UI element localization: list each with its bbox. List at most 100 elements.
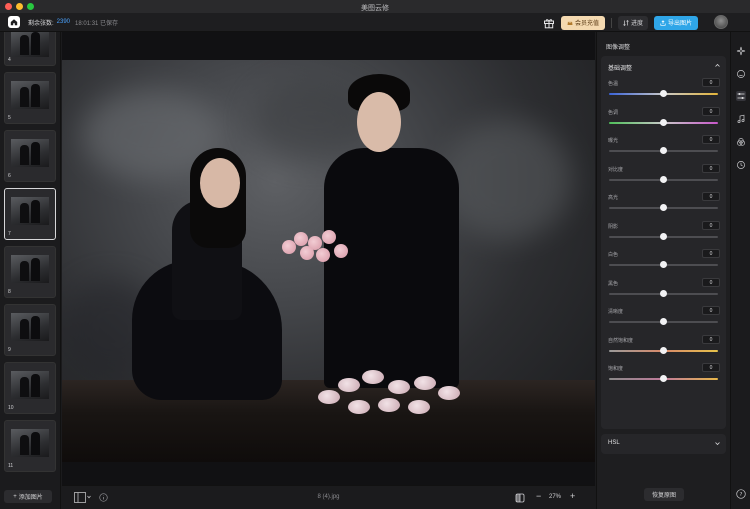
help-icon[interactable]: ? xyxy=(736,489,746,499)
slider-row: 白色 0 xyxy=(607,249,720,275)
thumbnail-item[interactable]: 7 xyxy=(4,188,56,240)
thumbnail-sidebar: 4 5 6 7 8 9 10 11 + 添加图片 xyxy=(0,32,61,509)
thumbnail-item[interactable]: 11 xyxy=(4,420,56,472)
bride-face xyxy=(200,158,240,208)
toolbar-divider xyxy=(610,17,612,28)
wedding-photo[interactable] xyxy=(62,60,595,462)
slider-knob[interactable] xyxy=(660,118,667,126)
thumbnail-list[interactable]: 4 5 6 7 8 9 10 11 xyxy=(2,32,58,485)
thumbnail-image xyxy=(11,429,49,457)
add-image-button[interactable]: + 添加图片 xyxy=(4,490,52,503)
slider-label: 白色 xyxy=(608,252,619,258)
basic-adjust-header[interactable]: 基础调整 xyxy=(608,63,632,72)
export-image-button[interactable]: 导出图片 xyxy=(653,15,698,30)
slider-value-input[interactable]: 0 xyxy=(702,220,720,230)
sliders-icon[interactable] xyxy=(736,91,746,101)
thumbnail-number: 10 xyxy=(8,405,14,411)
gift-icon[interactable] xyxy=(543,17,555,29)
add-image-label: 添加图片 xyxy=(18,495,43,501)
thumbnail-image xyxy=(11,197,49,225)
chevron-down-icon xyxy=(715,442,720,446)
slider-knob[interactable] xyxy=(660,346,667,354)
hsl-header: HSL xyxy=(608,440,620,446)
slider-label: 对比度 xyxy=(608,166,624,173)
home-button[interactable] xyxy=(8,16,20,28)
slider-knob[interactable] xyxy=(660,232,667,240)
help-glyph: ? xyxy=(740,492,743,498)
slider-row: 黑色 0 xyxy=(607,277,720,304)
slider-knob[interactable] xyxy=(660,318,667,325)
user-avatar[interactable] xyxy=(714,15,728,29)
export-icon xyxy=(660,19,666,26)
slider-label: 色温 xyxy=(608,81,619,87)
thumbnail-image xyxy=(11,313,49,341)
thumbnail-image xyxy=(11,371,49,399)
thumbnail-item[interactable]: 10 xyxy=(4,362,56,414)
slider-value-input[interactable]: 0 xyxy=(702,135,720,144)
thumbnail-number: 8 xyxy=(8,289,11,295)
music-note-icon[interactable] xyxy=(736,114,746,124)
slider-knob[interactable] xyxy=(660,289,667,297)
slider-value-input[interactable]: 0 xyxy=(702,277,720,287)
zoom-out-button[interactable]: − xyxy=(536,491,541,501)
restore-original-button[interactable]: 恢复原图 xyxy=(644,488,684,501)
slider-knob[interactable] xyxy=(660,90,667,97)
slider-label: 曝光 xyxy=(608,138,619,144)
zoom-level[interactable]: 27% xyxy=(549,494,561,500)
window-title: 美图云修 xyxy=(361,5,389,12)
tool-rail: ? xyxy=(730,32,750,509)
window-titlebar: 美图云修 xyxy=(0,0,750,13)
slider-label: 阴影 xyxy=(608,223,619,230)
slider-row: 自然饱和度 0 xyxy=(607,334,720,361)
chevron-up-icon[interactable] xyxy=(714,62,721,69)
hsl-section[interactable]: HSL xyxy=(601,434,726,454)
tulip-bouquet xyxy=(282,230,352,290)
face-retouch-icon[interactable] xyxy=(736,69,746,79)
thumbnail-item[interactable]: 4 xyxy=(4,32,56,66)
vip-recharge-button[interactable]: 会员充值 xyxy=(560,15,605,30)
thumbnail-image xyxy=(11,81,49,109)
color-circles-icon[interactable] xyxy=(736,137,746,147)
thumbnail-number: 4 xyxy=(8,57,11,63)
thumbnail-image xyxy=(11,32,49,57)
slider-knob[interactable] xyxy=(660,147,667,154)
thumbnail-number: 9 xyxy=(8,347,11,353)
slider-knob[interactable] xyxy=(660,204,667,211)
thumbnail-number: 11 xyxy=(8,463,14,469)
thumbnail-item[interactable]: 6 xyxy=(4,130,56,182)
slider-value-input[interactable]: 0 xyxy=(702,78,720,87)
slider-value-input[interactable]: 0 xyxy=(702,363,720,372)
slider-label: 高光 xyxy=(608,195,619,201)
remaining-count: 2390 xyxy=(56,19,71,25)
slider-row: 饱和度 0 xyxy=(607,363,720,389)
slider-row: 高光 0 xyxy=(607,192,720,218)
slider-value-input[interactable]: 0 xyxy=(702,306,720,315)
slider-label: 黑色 xyxy=(608,280,619,287)
thumbnail-item[interactable]: 5 xyxy=(4,72,56,124)
progress-button[interactable]: 进度 xyxy=(617,15,648,30)
slider-row: 对比度 0 xyxy=(607,163,720,190)
slider-value-input[interactable]: 0 xyxy=(702,192,720,201)
zoom-in-button[interactable]: + xyxy=(570,491,575,501)
sparkle-icon[interactable] xyxy=(736,46,746,56)
vip-recharge-label: 会员充值 xyxy=(574,21,599,27)
backdrop-texture xyxy=(442,120,572,240)
photo-canvas[interactable] xyxy=(62,32,595,485)
history-icon[interactable] xyxy=(736,160,746,170)
save-status: 18:01:31 已保存 xyxy=(75,20,119,27)
slider-value-input[interactable]: 0 xyxy=(702,163,720,173)
slider-value-input[interactable]: 0 xyxy=(702,334,720,344)
slider-value-input[interactable]: 0 xyxy=(702,249,720,258)
slider-value-input[interactable]: 0 xyxy=(702,106,720,116)
thumbnail-item[interactable]: 8 xyxy=(4,246,56,298)
canvas-statusbar: 8 (4).jpg − 27% + xyxy=(62,485,595,509)
slider-knob[interactable] xyxy=(660,375,667,382)
export-image-label: 导出图片 xyxy=(667,21,692,27)
compare-original-icon[interactable] xyxy=(515,493,525,503)
home-icon xyxy=(10,19,18,26)
slider-knob[interactable] xyxy=(660,261,667,268)
slider-label: 清晰度 xyxy=(608,309,624,315)
thumbnail-item[interactable]: 9 xyxy=(4,304,56,356)
slider-row: 色温 0 xyxy=(607,78,720,104)
slider-knob[interactable] xyxy=(660,175,667,183)
